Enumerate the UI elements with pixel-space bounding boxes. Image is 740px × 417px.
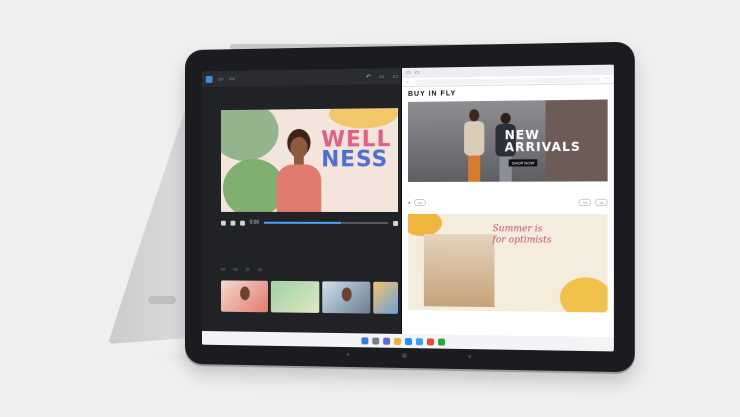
- timeline-tool[interactable]: ▭: [221, 267, 226, 273]
- model-coat: [464, 121, 485, 156]
- decor-shape: [329, 108, 399, 129]
- presenter-figure: [275, 127, 324, 212]
- decor-shape: [559, 277, 608, 313]
- model-pants: [468, 155, 481, 182]
- site-brand[interactable]: BUY IN FLY: [402, 84, 614, 101]
- toolbar-button[interactable]: ▭: [392, 73, 398, 80]
- play-icon[interactable]: [230, 220, 236, 226]
- decor-shape: [221, 108, 279, 162]
- presenter-face: [290, 136, 308, 159]
- back-icon[interactable]: ←: [406, 79, 411, 85]
- scrub-bar[interactable]: [263, 221, 389, 224]
- editor-titlebar: ▭ ▭ ↶ ▭ ▭: [202, 68, 403, 87]
- browser-window: ▭ ▭ ← ⋯ BUY IN FLY NEW ARRIVALS SHOP NOW…: [402, 64, 614, 338]
- clip-thumbnail[interactable]: [373, 281, 399, 314]
- promo-card[interactable]: Summer is for optimists: [407, 214, 608, 313]
- sensor-dot: [346, 353, 350, 357]
- undo-icon[interactable]: ↶: [366, 73, 371, 80]
- search-icon[interactable]: [372, 337, 380, 345]
- windows-start-icon[interactable]: [361, 336, 369, 344]
- hero-title: NEW ARRIVALS: [504, 128, 581, 155]
- edge-icon: ●: [407, 199, 411, 205]
- model-head: [500, 112, 511, 125]
- browser-tab[interactable]: ▭: [415, 70, 420, 76]
- video-preview[interactable]: WELL NESS: [221, 108, 399, 212]
- playback-controls: 0:00: [221, 218, 399, 228]
- promo-headline: Summer is for optimists: [492, 224, 574, 247]
- toolbar-button[interactable]: ▭: [379, 73, 385, 80]
- store-icon[interactable]: [415, 337, 423, 345]
- shop-now-button[interactable]: SHOP NOW: [508, 159, 538, 167]
- skip-back-icon[interactable]: [221, 220, 226, 226]
- editor-menu-item[interactable]: ▭: [218, 75, 223, 82]
- decor-shape: [407, 214, 442, 237]
- clip-subject: [341, 287, 352, 302]
- camera-icon: [402, 352, 407, 359]
- clip-thumbnail[interactable]: [221, 280, 269, 313]
- presenter-top: [276, 164, 322, 212]
- app-logo-icon: [205, 75, 213, 83]
- timeline-tool[interactable]: ▭: [245, 267, 250, 273]
- timeline-tool[interactable]: ▭: [233, 267, 238, 273]
- kickstand-hinge: [148, 296, 176, 304]
- video-editor-window: ▭ ▭ ↶ ▭ ▭ WELL NESS 0:00 ▭ ▭ ▭ ▭: [202, 68, 403, 334]
- promo-photo: [423, 234, 495, 308]
- taskbar-app-icon[interactable]: [437, 338, 445, 346]
- browser-tab[interactable]: ▭: [406, 70, 411, 76]
- timeline-tool[interactable]: ▭: [258, 267, 263, 273]
- taskbar-app-icon[interactable]: [383, 337, 391, 345]
- device-scene: ▭ ▭ ↶ ▭ ▭ WELL NESS 0:00 ▭ ▭ ▭ ▭ ▭ ▭ ← ⋯…: [0, 0, 740, 417]
- edge-icon[interactable]: [404, 337, 412, 345]
- timecode: 0:00: [249, 219, 260, 226]
- skip-forward-icon[interactable]: [240, 220, 245, 226]
- promo-line-1: Summer is: [492, 224, 543, 235]
- clip-strip: [221, 280, 399, 314]
- fullscreen-icon[interactable]: [393, 220, 399, 226]
- scrub-progress: [263, 221, 341, 224]
- promo-line-2: for optimists: [492, 235, 552, 246]
- tablet-screen: ▭ ▭ ↶ ▭ ▭ WELL NESS 0:00 ▭ ▭ ▭ ▭ ▭ ▭ ← ⋯…: [202, 64, 614, 352]
- clip-subject: [239, 286, 250, 301]
- folder-icon[interactable]: [394, 337, 402, 345]
- clip-thumbnail[interactable]: [322, 281, 371, 314]
- menu-icon[interactable]: ⋯: [605, 76, 610, 82]
- sensor-dot: [468, 355, 472, 359]
- taskbar-app-icon[interactable]: [426, 337, 434, 345]
- editor-toolbar-right: ↶ ▭ ▭: [366, 73, 398, 80]
- url-field[interactable]: [414, 76, 601, 85]
- wellness-line-2: NESS: [321, 147, 389, 173]
- editor-menu-item[interactable]: ▭: [229, 75, 234, 82]
- wellness-title: WELL NESS: [321, 127, 391, 173]
- model-head: [469, 109, 480, 122]
- timeline-toolbar: ▭ ▭ ▭ ▭: [221, 265, 398, 276]
- content-toolbar: ● ▭ ▭ ▭: [408, 196, 608, 208]
- tablet: ▭ ▭ ↶ ▭ ▭ WELL NESS 0:00 ▭ ▭ ▭ ▭ ▭ ▭ ← ⋯…: [184, 41, 635, 373]
- filter-pill[interactable]: ▭: [595, 198, 608, 206]
- filter-pill[interactable]: ▭: [578, 198, 592, 206]
- filter-pill[interactable]: ▭: [414, 198, 427, 206]
- model-figure: [462, 109, 486, 182]
- hero-banner[interactable]: NEW ARRIVALS SHOP NOW: [407, 99, 608, 182]
- clip-thumbnail[interactable]: [271, 280, 320, 313]
- hero-line-2: ARRIVALS: [504, 139, 581, 155]
